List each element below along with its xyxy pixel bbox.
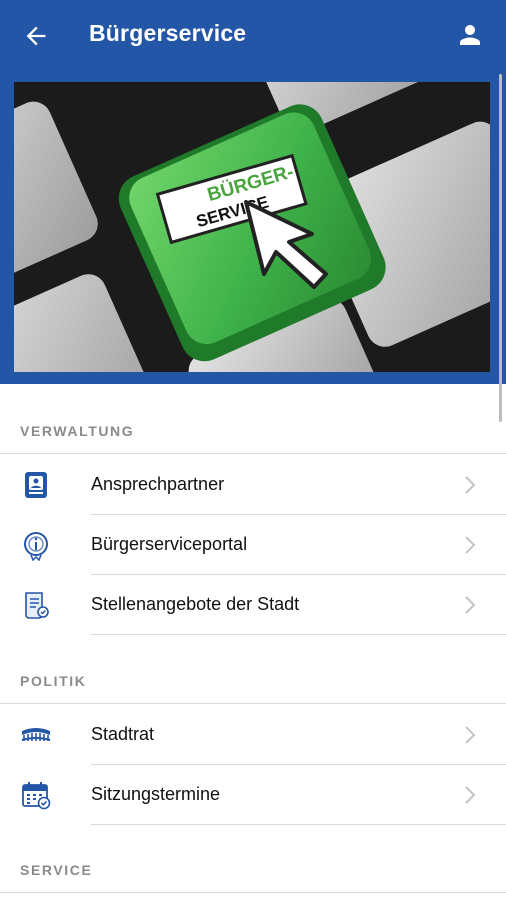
info-seal-icon [24, 532, 48, 561]
document-scroll-icon [25, 592, 49, 619]
list-item-label: Ansprechpartner [91, 474, 225, 494]
app-bar: Bürgerservice [0, 0, 506, 72]
item-divider [91, 634, 506, 635]
chevron-right-icon [465, 596, 476, 614]
chevron-right-icon [465, 536, 476, 554]
list-item-sitzungstermine[interactable]: Sitzungstermine [0, 765, 506, 825]
section-divider [0, 703, 506, 704]
section-header-service: SERVICE [20, 862, 93, 878]
person-icon[interactable] [455, 20, 485, 50]
hero-image: BÜRGER- SERVICE [14, 82, 490, 372]
list-item-label: Sitzungstermine [91, 784, 221, 804]
contact-book-icon [25, 472, 47, 498]
chevron-right-icon [465, 476, 476, 494]
list-item-label: Stadtrat [91, 724, 155, 744]
arrow-left-icon[interactable] [22, 22, 50, 50]
page-title: Bürgerservice [89, 20, 247, 46]
list-item-stadtrat[interactable]: Stadtrat [0, 705, 506, 765]
list-item-buergerserviceportal[interactable]: Bürgerserviceportal [0, 515, 506, 575]
section-divider [0, 453, 506, 454]
section-header-politik: POLITIK [20, 673, 87, 689]
chevron-right-icon [465, 786, 476, 804]
chevron-right-icon [465, 726, 476, 744]
item-divider [91, 824, 506, 825]
list-item-label: Bürgerserviceportal [91, 534, 248, 554]
section-header-verwaltung: VERWALTUNG [20, 423, 135, 439]
scrollbar[interactable] [499, 74, 502, 422]
hero-banner: BÜRGER- SERVICE [0, 72, 506, 384]
calendar-check-icon [22, 782, 51, 810]
list-item-stellenangebote[interactable]: Stellenangebote der Stadt [0, 575, 506, 635]
council-bench-icon [21, 728, 51, 741]
section-divider [0, 892, 506, 893]
list-item-label: Stellenangebote der Stadt [91, 594, 300, 614]
list-item-ansprechpartner[interactable]: Ansprechpartner [0, 455, 506, 515]
